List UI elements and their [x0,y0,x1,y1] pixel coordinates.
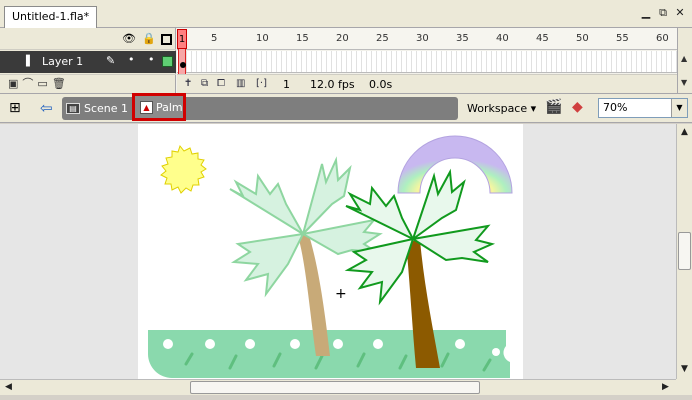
zoom-select[interactable]: 70% ▼ [598,98,688,118]
layer-toolbar: ▣ ⌒ ▭ 🗑 [0,74,176,93]
frame-ruler-label: 50 [576,33,589,44]
edit-multiple-frames-icon[interactable]: ▥ [236,78,245,89]
layer-name: Layer 1 [42,55,84,68]
frame-grid[interactable] [177,51,677,73]
stage-horizontal-scrollbar[interactable]: ◀ ▶ [0,379,676,395]
scroll-right-icon[interactable]: ▶ [662,382,669,392]
scroll-up-icon[interactable]: ▲ [681,127,688,137]
restore-icon[interactable]: ⧉ [657,7,669,19]
insert-layer-icon[interactable]: ▣ [8,78,18,90]
stage-artwork [148,135,513,378]
stage-vertical-scrollbar[interactable]: ▲ ▼ [676,124,692,379]
frame-ruler-label: 45 [536,33,549,44]
delete-layer-icon[interactable]: 🗑 [52,78,66,90]
add-motion-guide-icon[interactable]: ⌒ [22,78,33,90]
outline-color-icon[interactable] [162,56,173,67]
sun-shape[interactable] [160,144,207,194]
scroll-down-icon[interactable]: ▼ [681,78,687,87]
frame-ruler[interactable]: 151015202530354045505560 [177,28,677,50]
breadcrumb: ▤ Scene 1 [62,97,458,120]
lock-dot-icon[interactable]: • [148,53,155,66]
scroll-left-icon[interactable]: ◀ [5,382,12,392]
visibility-dot-icon[interactable]: • [128,53,135,66]
layer-page-icon: ▌ [26,56,34,67]
close-icon[interactable]: ✕ [674,7,686,19]
eye-icon[interactable]: 👁 [122,33,136,45]
document-tab[interactable]: Untitled-1.fla* [4,6,98,28]
document-tab-bar: Untitled-1.fla* ▁ ⧉ ✕ [0,0,692,28]
current-frame: 1 [283,78,290,91]
lock-icon[interactable]: 🔒 [142,33,156,45]
breadcrumb-scene-label: Scene 1 [84,102,129,115]
edit-bar: ⊞ ⇦ ▤ Scene 1 Workspace ▾ 🎬 ◆ 70% ▼ [0,93,692,123]
onion-skin-icon[interactable]: ⧉ [201,78,208,89]
frame-rate: 12.0 fps [310,78,355,91]
breadcrumb-symbol-highlight: ▲ Palm [132,93,186,121]
palm-fronds-light[interactable] [229,156,383,298]
scroll-down-icon[interactable]: ▼ [681,364,688,374]
pasteboard: + [0,124,676,379]
elapsed-time: 0.0s [369,78,393,91]
playhead[interactable]: 1 [177,29,187,49]
keyframe-dot[interactable] [180,62,186,68]
pencil-icon: ✎ [106,54,116,67]
breadcrumb-symbol-label: Palm [156,100,183,114]
back-arrow-icon[interactable]: ⇦ [40,99,53,117]
frame-ruler-label: 5 [211,33,218,44]
frame-ruler-label: 40 [496,33,509,44]
modify-markers-icon[interactable]: [·] [256,78,267,89]
stage[interactable] [138,124,523,379]
frame-ruler-label: 15 [296,33,309,44]
layer-panel: 👁 🔒 ▌ Layer 1 ✎ • • ▣ ⌒ ▭ 🗑 [0,28,176,93]
onion-outline-icon[interactable]: ⧠ [217,78,225,89]
insert-folder-icon[interactable]: ▭ [37,78,47,90]
frame-ruler-label: 25 [376,33,389,44]
graphic-symbol-icon: ▲ [140,100,153,114]
rainbow-shape[interactable] [397,135,513,194]
minimize-icon[interactable]: ▁ [640,7,652,19]
edit-scene-icon[interactable]: 🎬 [545,99,562,115]
layer-header: 👁 🔒 [0,28,176,50]
timeline-scrollbar[interactable]: ▲ ▼ [677,28,692,93]
zoom-value: 70% [603,101,628,114]
layer-row[interactable]: ▌ Layer 1 ✎ • • [0,51,176,73]
vertical-scroll-thumb[interactable] [678,232,691,270]
frame-ruler-label: 10 [256,33,269,44]
stage-icon[interactable]: ⊞ [9,100,21,116]
crosshair-cursor-icon: + [335,286,347,302]
frame-ruler-label: 20 [336,33,349,44]
scroll-up-icon[interactable]: ▲ [681,54,687,63]
horizontal-scroll-thumb[interactable] [190,381,480,394]
frame-ruler-label: 30 [416,33,429,44]
edit-symbol-icon[interactable]: ◆ [572,99,583,115]
frame-ruler-label: 35 [456,33,469,44]
frame-ruler-label: 55 [616,33,629,44]
frame-ruler-label: 60 [656,33,669,44]
window-controls: ▁ ⧉ ✕ [640,7,686,19]
timeline-status-bar: ✝ ⧉ ⧠ ▥ [·] 1 12.0 fps 0.0s [177,74,677,93]
scene-clapper-icon: ▤ [66,103,80,114]
breadcrumb-symbol[interactable]: ▲ Palm [135,96,183,118]
timeline-panel: 👁 🔒 ▌ Layer 1 ✎ • • ▣ ⌒ ▭ 🗑 151015202530… [0,28,692,93]
chevron-down-icon[interactable]: ▼ [671,99,687,117]
breadcrumb-scene[interactable]: ▤ Scene 1 [66,100,128,117]
scrollbar-corner [676,379,692,395]
center-frame-icon[interactable]: ✝ [184,78,192,89]
workspace-menu[interactable]: Workspace ▾ [467,102,536,115]
outline-icon[interactable] [161,34,172,45]
